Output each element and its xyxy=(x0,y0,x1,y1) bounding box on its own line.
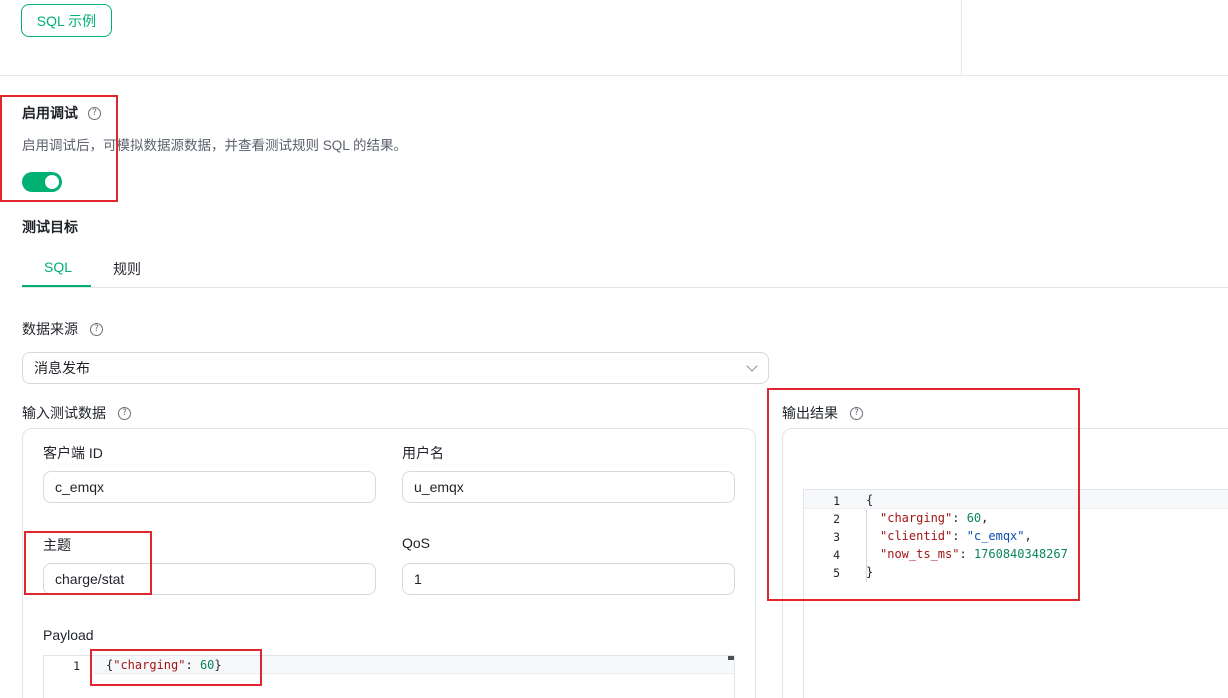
line-number: 1 xyxy=(73,659,80,673)
tab-rule[interactable]: 规则 xyxy=(113,259,141,279)
client-id-label: 客户端 ID xyxy=(43,445,103,461)
annotation-box-debug xyxy=(0,95,118,202)
data-source-select[interactable]: 消息发布 xyxy=(22,352,769,384)
question-circle-icon[interactable]: ? xyxy=(90,322,103,336)
test-target-title: 测试目标 xyxy=(22,219,78,235)
data-source-value: 消息发布 xyxy=(34,360,90,376)
tab-bar-divider xyxy=(22,287,1228,288)
top-divider-vertical xyxy=(961,0,962,75)
input-label-row: 输入测试数据 ? xyxy=(22,403,131,423)
input-test-data-label: 输入测试数据 xyxy=(22,405,106,421)
qos-label: QoS xyxy=(402,535,431,551)
annotation-box-topic xyxy=(24,531,152,595)
payload-label: Payload xyxy=(43,627,94,643)
sql-example-button[interactable]: SQL 示例 xyxy=(21,4,112,37)
data-source-label: 数据来源 xyxy=(22,321,78,337)
client-id-input[interactable]: c_emqx xyxy=(43,471,376,503)
annotation-box-output xyxy=(767,388,1080,601)
username-input[interactable]: u_emqx xyxy=(402,471,735,503)
qos-input[interactable]: 1 xyxy=(402,563,735,595)
payload-gutter: 1 xyxy=(44,656,94,698)
editor-scrollbar[interactable] xyxy=(728,656,734,660)
data-source-label-row: 数据来源 ? xyxy=(22,319,103,339)
chevron-down-icon xyxy=(746,360,758,372)
top-divider xyxy=(0,75,1228,76)
tab-sql[interactable]: SQL xyxy=(44,259,72,275)
annotation-box-payload xyxy=(90,649,262,686)
question-circle-icon[interactable]: ? xyxy=(118,406,131,420)
username-label: 用户名 xyxy=(402,445,444,461)
